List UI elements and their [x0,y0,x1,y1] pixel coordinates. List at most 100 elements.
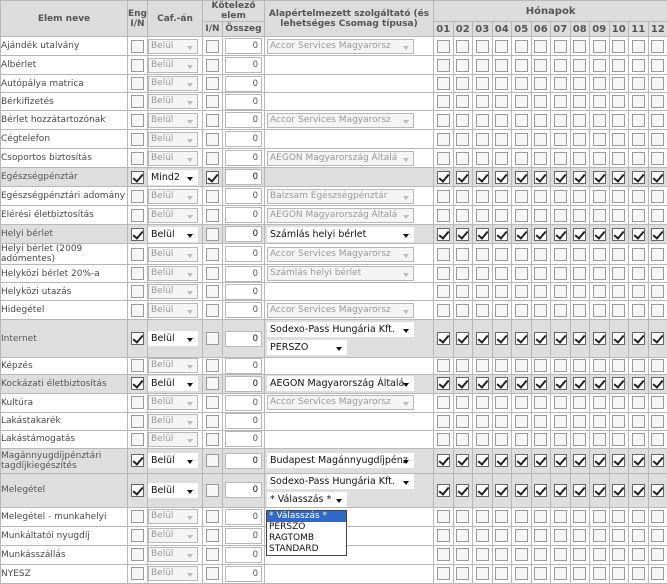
month-checkbox[interactable] [651,414,665,428]
caf-select[interactable]: Belül [148,431,198,447]
month-checkbox[interactable] [651,58,665,72]
month-checkbox[interactable] [592,377,606,391]
caf-select[interactable]: Belül [148,57,198,73]
month-checkbox[interactable] [456,332,470,345]
month-checkbox[interactable] [573,432,587,446]
month-checkbox[interactable] [495,285,509,299]
month-checkbox[interactable] [495,58,509,72]
month-checkbox[interactable] [631,432,645,446]
month-checkbox[interactable] [553,189,567,203]
month-checkbox[interactable] [534,58,548,72]
caf-select[interactable]: Belül [148,150,198,166]
month-checkbox[interactable] [475,151,489,165]
month-checkbox[interactable] [651,113,665,127]
eng-checkbox[interactable] [131,510,144,524]
month-checkbox[interactable] [573,285,587,299]
month-checkbox[interactable] [553,208,567,222]
month-checkbox[interactable] [651,359,665,373]
month-checkbox[interactable] [475,567,489,581]
month-checkbox[interactable] [514,414,528,428]
month-checkbox[interactable] [573,77,587,91]
month-checkbox[interactable] [592,113,606,127]
month-checkbox[interactable] [475,132,489,146]
month-checkbox[interactable] [651,170,665,184]
caf-select[interactable]: Belül [148,76,198,92]
month-checkbox[interactable] [436,285,450,299]
month-checkbox[interactable] [475,414,489,428]
sum-input[interactable]: 0 [225,375,262,392]
month-checkbox[interactable] [436,151,450,165]
month-checkbox[interactable] [456,227,470,241]
month-checkbox[interactable] [456,414,470,428]
sum-input[interactable]: 0 [225,169,262,186]
mandatory-checkbox[interactable] [206,332,219,345]
month-checkbox[interactable] [651,567,665,581]
month-checkbox[interactable] [631,454,645,468]
month-checkbox[interactable] [475,58,489,72]
mandatory-checkbox[interactable] [206,432,219,446]
mandatory-checkbox[interactable] [206,208,219,222]
month-checkbox[interactable] [495,432,509,446]
month-checkbox[interactable] [573,548,587,562]
month-checkbox[interactable] [553,247,567,261]
month-checkbox[interactable] [573,113,587,127]
month-checkbox[interactable] [612,548,626,562]
month-checkbox[interactable] [631,58,645,72]
month-checkbox[interactable] [456,58,470,72]
sum-input[interactable]: 0 [225,527,262,544]
mandatory-checkbox[interactable] [206,454,219,468]
month-checkbox[interactable] [612,332,626,345]
mandatory-checkbox[interactable] [206,132,219,146]
month-checkbox[interactable] [514,377,528,391]
month-checkbox[interactable] [553,95,567,109]
month-checkbox[interactable] [495,548,509,562]
month-checkbox[interactable] [495,414,509,428]
provider-select[interactable]: Budapest Magánnyugdíjpénz [267,453,415,469]
month-checkbox[interactable] [436,189,450,203]
month-checkbox[interactable] [631,170,645,184]
month-checkbox[interactable] [631,548,645,562]
month-checkbox[interactable] [553,454,567,468]
month-checkbox[interactable] [534,227,548,241]
month-checkbox[interactable] [573,39,587,53]
month-checkbox[interactable] [651,285,665,299]
sum-input[interactable]: 0 [225,508,262,525]
month-checkbox[interactable] [514,303,528,317]
sum-input[interactable]: 0 [225,57,262,74]
month-checkbox[interactable] [612,359,626,373]
month-checkbox[interactable] [651,132,665,146]
month-checkbox[interactable] [534,247,548,261]
month-checkbox[interactable] [436,39,450,53]
month-checkbox[interactable] [456,267,470,281]
month-checkbox[interactable] [534,359,548,373]
month-checkbox[interactable] [456,113,470,127]
month-checkbox[interactable] [592,77,606,91]
month-checkbox[interactable] [475,396,489,410]
month-checkbox[interactable] [495,113,509,127]
mandatory-checkbox[interactable] [206,359,219,373]
month-checkbox[interactable] [573,483,587,497]
sum-input[interactable]: 0 [225,207,262,224]
sum-input[interactable]: 0 [225,482,262,499]
eng-checkbox[interactable] [131,113,144,127]
caf-select[interactable]: Belül [148,395,198,411]
month-checkbox[interactable] [573,303,587,317]
eng-checkbox[interactable] [131,529,144,543]
month-checkbox[interactable] [456,359,470,373]
month-checkbox[interactable] [475,285,489,299]
month-checkbox[interactable] [475,377,489,391]
month-checkbox[interactable] [573,359,587,373]
month-checkbox[interactable] [495,510,509,524]
month-checkbox[interactable] [436,247,450,261]
month-checkbox[interactable] [495,77,509,91]
month-checkbox[interactable] [553,396,567,410]
sum-input[interactable]: 0 [225,188,262,205]
month-checkbox[interactable] [456,483,470,497]
month-checkbox[interactable] [456,377,470,391]
month-checkbox[interactable] [534,132,548,146]
month-checkbox[interactable] [612,77,626,91]
month-checkbox[interactable] [534,432,548,446]
eng-checkbox[interactable] [131,377,144,391]
caf-select[interactable]: Belül [148,453,198,469]
month-checkbox[interactable] [475,548,489,562]
